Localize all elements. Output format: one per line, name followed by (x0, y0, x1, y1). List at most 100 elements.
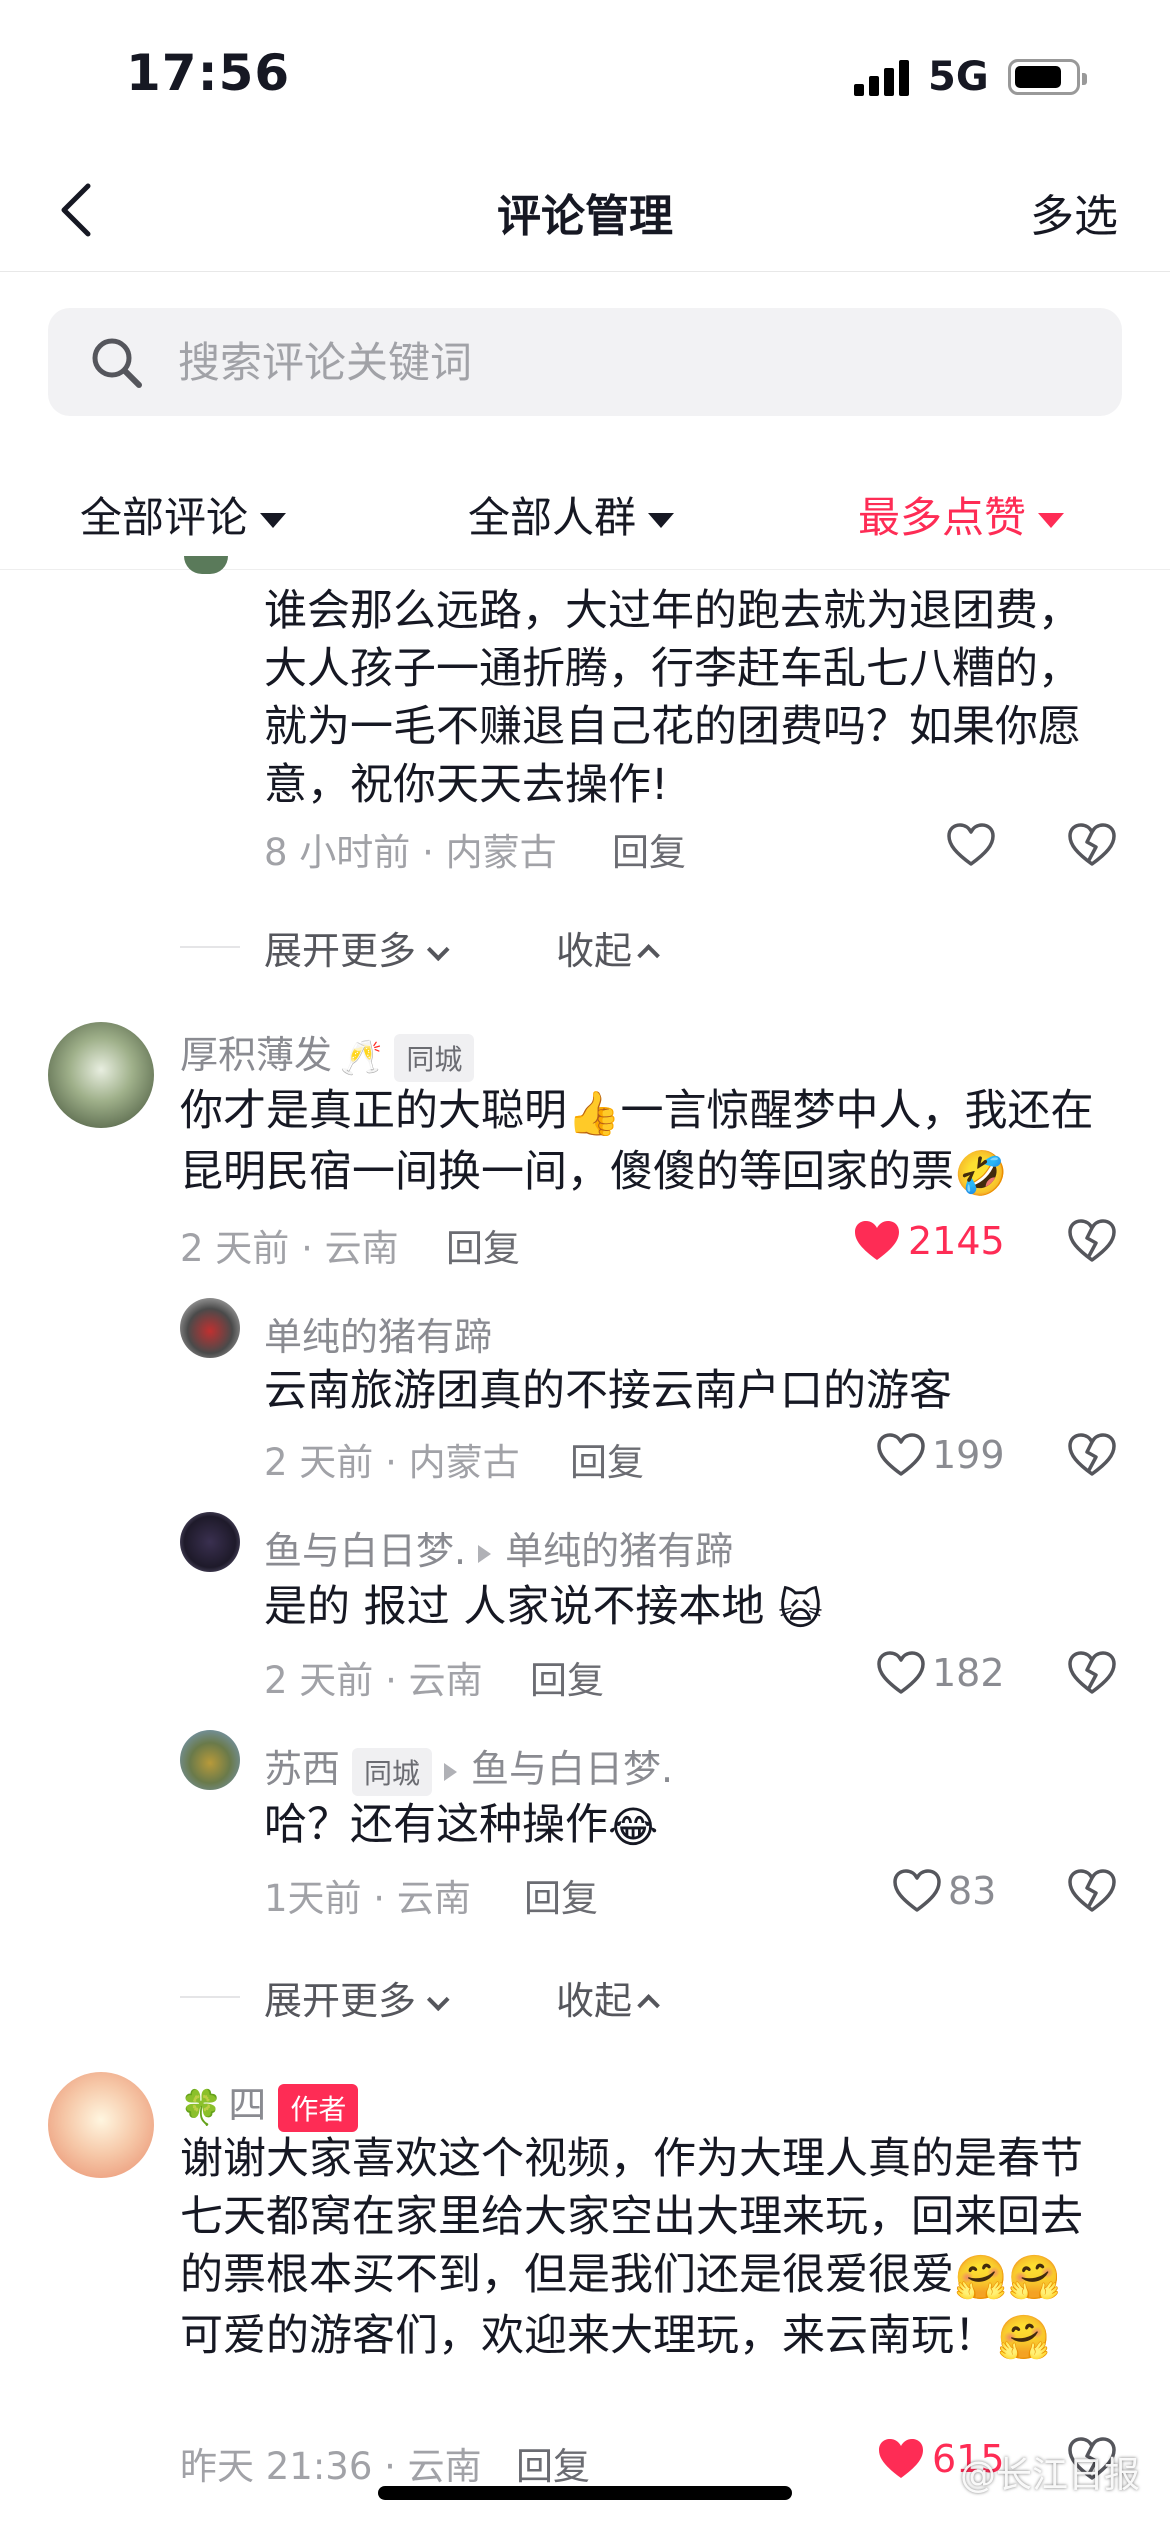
clover-icon: 🍀 (180, 2087, 223, 2128)
search-bar[interactable] (48, 308, 1122, 416)
avatar[interactable] (48, 2072, 154, 2178)
chevron-down-icon (426, 1987, 450, 2011)
reply-to-username: 鱼与白日梦. (471, 1747, 674, 1791)
comment-text-part: 你才是真正的大聪明 (180, 1086, 567, 1136)
reply-text: 云南旅游团真的不接云南户口的游客 (264, 1366, 952, 1416)
author-tag: 作者 (278, 2083, 359, 2132)
username-text: 鱼与白日梦. (264, 1529, 467, 1573)
reply-button[interactable]: 回复 (530, 1650, 604, 1704)
avatar[interactable] (180, 1730, 240, 1790)
comment-text-part: 谢谢大家喜欢这个视频，作为大理人真的是春节七天都窝在家里给大家空出大理来玩，回来… (180, 2134, 1083, 2300)
caret-down-icon (1038, 513, 1065, 528)
reply-username[interactable]: 鱼与白日梦. 单纯的猪有蹄 (264, 1520, 733, 1575)
comment-text-part: 可爱的游客们，欢迎来大理玩，来云南玩！ (180, 2310, 997, 2361)
collapse-label: 收起 (556, 929, 633, 973)
signal-icon (854, 60, 912, 96)
comment-username[interactable]: 厚积薄发 🥂 同城 (180, 1024, 475, 1082)
search-input[interactable] (178, 330, 1078, 394)
like-count: 2145 (908, 1219, 1005, 1263)
heart-outline-icon (877, 1433, 925, 1476)
comment-text: 你才是真正的大聪明👍一言惊醒梦中人，我还在昆明民宿一间换一间，傻傻的等回家的票🤣 (180, 1082, 1120, 1203)
battery-icon (1008, 59, 1087, 95)
avatar[interactable] (180, 1298, 240, 1358)
caret-down-icon (260, 513, 287, 528)
filter-label: 全部人群 (468, 493, 637, 542)
home-indicator[interactable] (378, 2486, 792, 2500)
reply-button[interactable]: 回复 (446, 1218, 520, 1272)
reply-text: 是的 报过 人家说不接本地 🙀 (264, 1578, 1114, 1639)
heart-filled-icon (879, 2439, 923, 2478)
reply-button[interactable]: 回复 (612, 822, 686, 876)
dislike-icon[interactable] (1067, 1650, 1117, 1696)
dislike-icon[interactable] (1067, 1218, 1117, 1264)
filter-bar: 全部评论 全部人群 最多点赞 (0, 470, 1170, 570)
laughing-icon: 🤣 (954, 1149, 1008, 1199)
filter-most-liked[interactable]: 最多点赞 (858, 484, 1065, 545)
reply-text: 哈？还有这种操作😂 (264, 1796, 1114, 1857)
dislike-icon[interactable] (1067, 1432, 1117, 1478)
reply-to-arrow-icon (444, 1762, 458, 1781)
filter-all-comments[interactable]: 全部评论 (80, 484, 287, 545)
chevron-up-icon (637, 1993, 660, 2017)
network-label: 5G (928, 54, 989, 100)
expand-more-button[interactable]: 展开更多 (264, 1970, 450, 2025)
reply-button[interactable]: 回复 (570, 1432, 644, 1486)
collapse-button[interactable]: 收起 (556, 920, 660, 975)
comment-meta: 8 小时前 · 内蒙古 (264, 831, 557, 874)
comment-text: 谢谢大家喜欢这个视频，作为大理人真的是春节七天都窝在家里给大家空出大理来玩，回来… (180, 2130, 1100, 2367)
reply-button[interactable]: 回复 (524, 1868, 598, 1922)
expand-more-label: 展开更多 (264, 1979, 417, 2023)
collapse-label: 收起 (556, 1979, 633, 2023)
status-time: 17:56 (126, 44, 291, 102)
like-button[interactable]: 83 (892, 1866, 996, 1916)
search-icon (92, 338, 142, 388)
divider (180, 946, 240, 948)
like-button[interactable] (946, 820, 996, 870)
dislike-icon[interactable] (1067, 1868, 1117, 1914)
multi-select-button[interactable]: 多选 (1030, 180, 1118, 244)
reply-to-arrow-icon (478, 1544, 492, 1563)
username-text: 厚积薄发 (180, 1033, 333, 1077)
filter-all-people[interactable]: 全部人群 (468, 484, 675, 545)
like-count: 182 (932, 1651, 1005, 1695)
hugging-face-icon: 🤗 (954, 2252, 1008, 2303)
reply-username[interactable]: 苏西 同城 鱼与白日梦. (264, 1738, 673, 1796)
watermark: @长江日报 (960, 2455, 1141, 2496)
expand-more-label: 展开更多 (264, 929, 417, 973)
like-button[interactable]: 2145 (852, 1216, 1005, 1266)
reply-username[interactable]: 单纯的猪有蹄 (264, 1306, 492, 1361)
heart-filled-icon (855, 1221, 899, 1260)
expand-more-button[interactable]: 展开更多 (264, 920, 450, 975)
divider (180, 1996, 240, 1998)
username-text: 四 (228, 2083, 267, 2127)
reply-meta: 2 天前 · 云南 (264, 1659, 483, 1702)
chevron-up-icon (637, 943, 660, 967)
same-city-tag: 同城 (352, 1747, 433, 1796)
comment-username[interactable]: 🍀 四作者 (180, 2074, 359, 2132)
page-title: 评论管理 (497, 191, 673, 242)
crying-laughing-icon: 😂 (608, 1802, 659, 1853)
like-button[interactable]: 182 (876, 1648, 1005, 1698)
same-city-tag: 同城 (394, 1033, 475, 1082)
like-count: 83 (948, 1869, 997, 1913)
chevron-down-icon (426, 937, 450, 961)
status-bar: 17:56 5G (0, 0, 1170, 150)
comment-meta: 2 天前 · 云南 (180, 1227, 399, 1270)
cat-sticker-icon: 🙀 (778, 1584, 823, 1635)
hugging-face-icon: 🤗 (997, 2313, 1051, 2363)
avatar[interactable] (48, 1022, 154, 1128)
like-count: 199 (932, 1433, 1005, 1477)
like-button[interactable]: 199 (876, 1430, 1005, 1480)
reply-button[interactable]: 回复 (516, 2436, 590, 2490)
username-text: 单纯的猪有蹄 (264, 1315, 493, 1359)
collapse-button[interactable]: 收起 (556, 1970, 660, 2025)
reply-meta: 1天前 · 云南 (264, 1877, 471, 1920)
avatar[interactable] (180, 1512, 240, 1572)
filter-label: 最多点赞 (858, 493, 1027, 542)
dislike-icon[interactable] (1067, 822, 1117, 868)
nav-header: 评论管理 多选 (0, 150, 1170, 272)
avatar[interactable] (184, 556, 228, 574)
hugging-face-icon: 🤗 (1007, 2252, 1062, 2303)
heart-outline-icon (947, 823, 995, 866)
thumbs-up-icon: 👍 (567, 1088, 621, 1139)
